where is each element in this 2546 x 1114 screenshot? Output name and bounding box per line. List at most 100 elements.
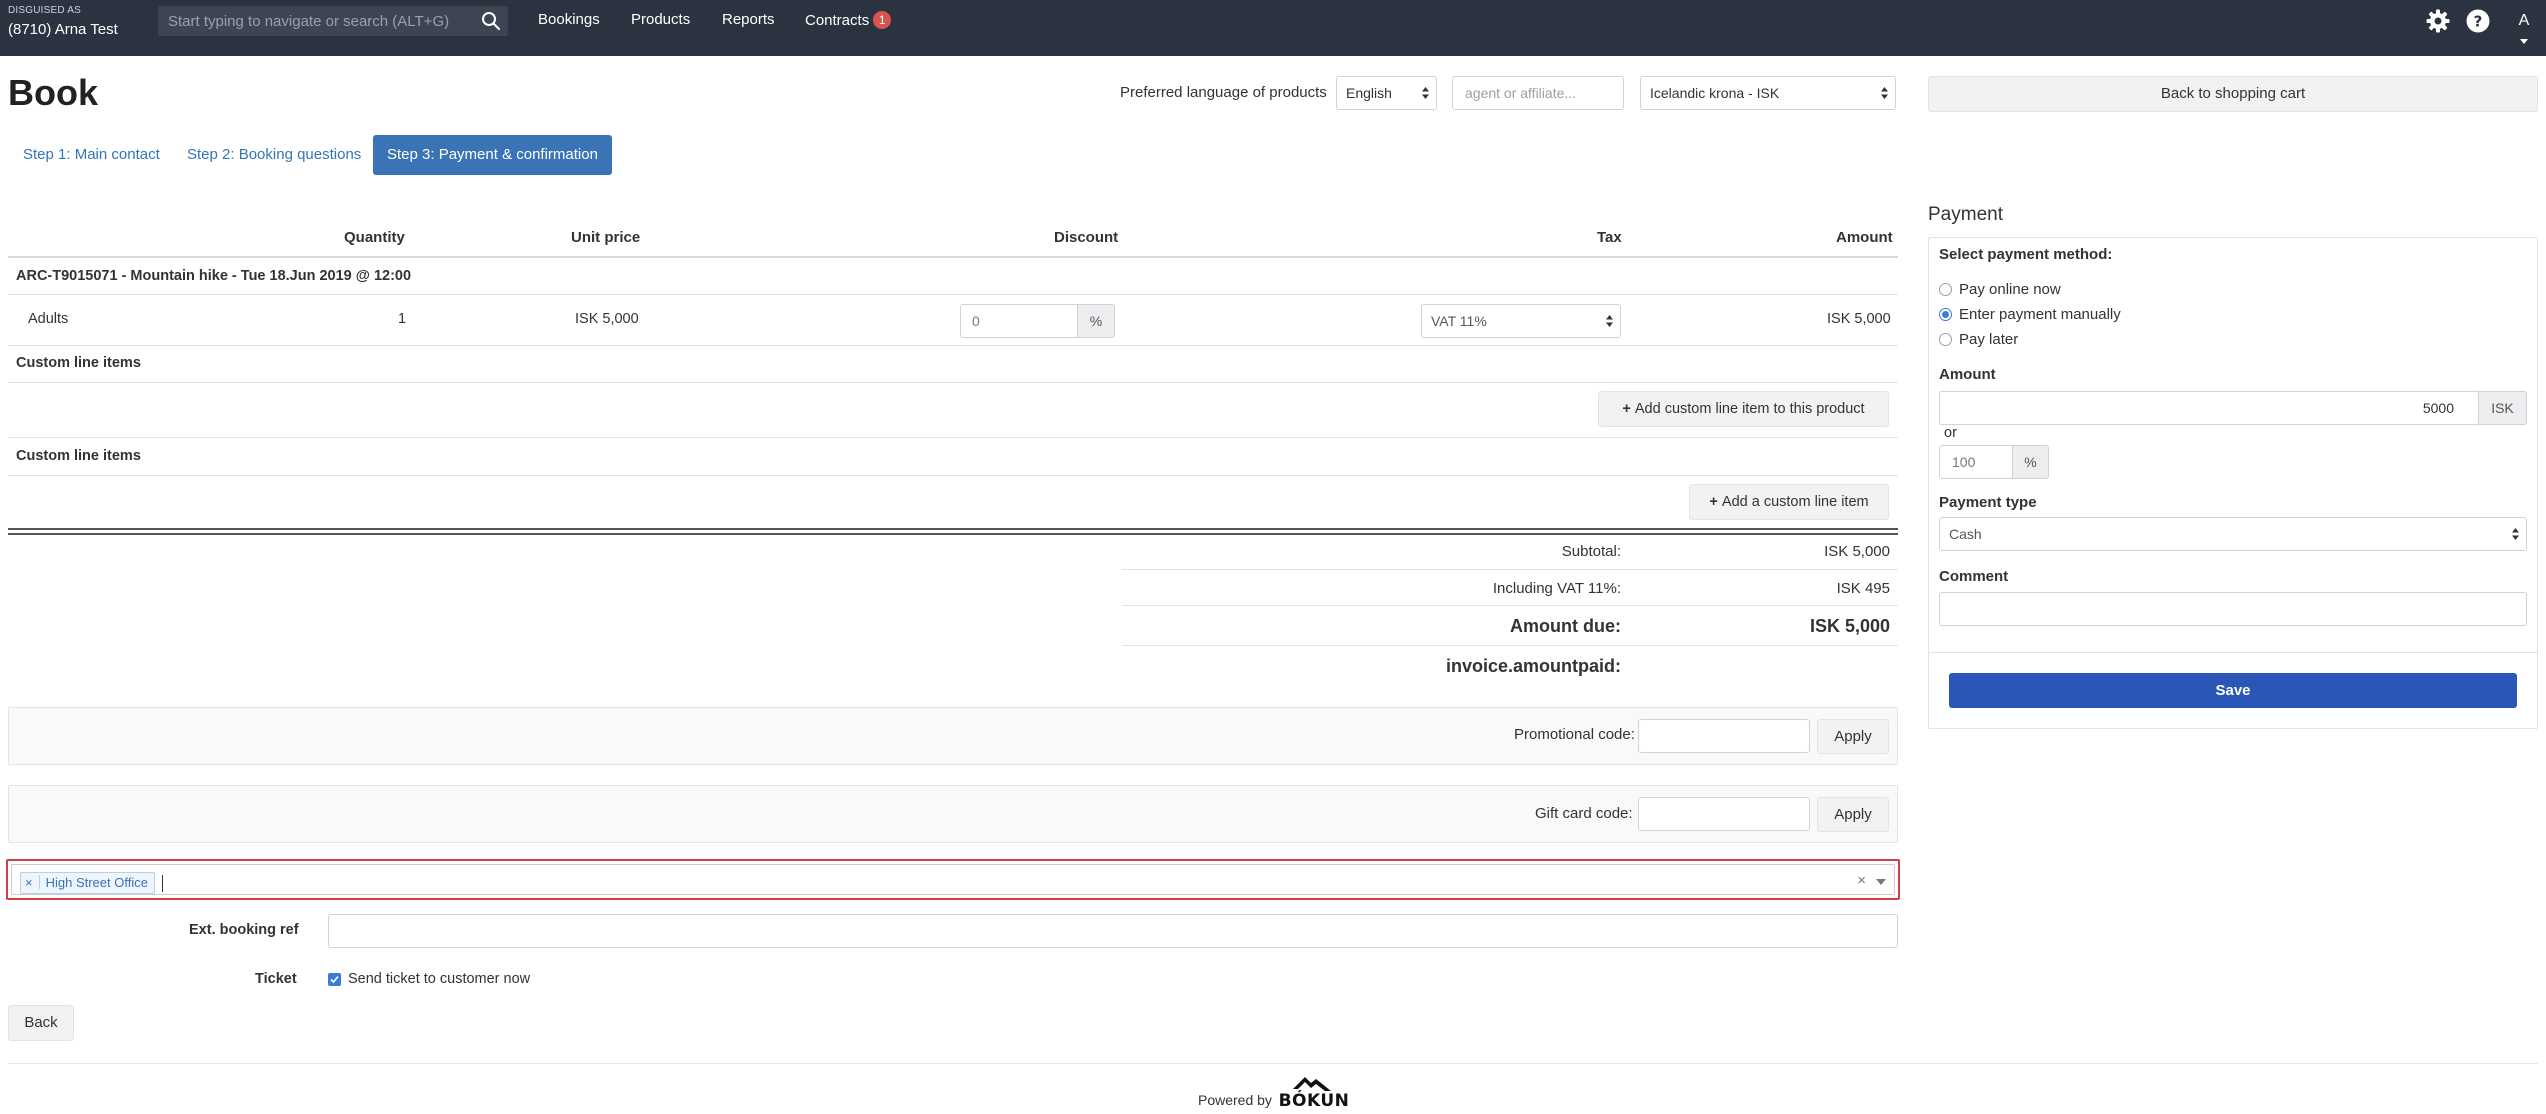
- col-amount: Amount: [1836, 229, 1893, 246]
- chevron-down-icon[interactable]: [1876, 879, 1886, 886]
- currency-select[interactable]: Icelandic krona - ISK: [1640, 76, 1896, 110]
- col-unit-price: Unit price: [571, 229, 641, 246]
- enter-manually-label[interactable]: Enter payment manually: [1959, 306, 2121, 323]
- col-discount: Discount: [1054, 229, 1119, 246]
- custom-items-heading-2: Custom line items: [16, 448, 141, 464]
- add-custom-product-label: Add custom line item to this product: [1634, 401, 1865, 417]
- tax-select[interactable]: VAT 11%: [1421, 304, 1621, 338]
- back-button[interactable]: Back: [8, 1005, 74, 1041]
- svg-text:?: ?: [2474, 13, 2483, 31]
- or-label: or: [1944, 425, 1957, 441]
- account-name: (8710) Arna Test: [8, 21, 118, 38]
- row-label: Adults: [28, 311, 69, 327]
- send-ticket-checkbox[interactable]: [328, 973, 341, 986]
- tag-selector[interactable]: × High Street Office ×: [6, 859, 1900, 900]
- amount-due-value: ISK 5,000: [1809, 616, 1890, 636]
- ext-booking-ref-input[interactable]: [328, 914, 1898, 948]
- top-navbar: DISGUISED AS (8710) Arna Test Bookings P…: [0, 0, 2546, 56]
- gear-icon[interactable]: [2425, 8, 2451, 34]
- step-main-contact[interactable]: Step 1: Main contact: [9, 135, 174, 175]
- select-arrows-icon: [1606, 315, 1613, 327]
- remove-tag-icon[interactable]: ×: [25, 875, 33, 890]
- divider: [8, 256, 1898, 258]
- step-payment-confirmation[interactable]: Step 3: Payment & confirmation: [373, 135, 612, 175]
- step-booking-questions[interactable]: Step 2: Booking questions: [173, 135, 375, 175]
- discount-unit: %: [1077, 304, 1115, 338]
- nav-bookings[interactable]: Bookings: [538, 11, 600, 28]
- custom-items-heading: Custom line items: [16, 355, 141, 371]
- add-custom-line-item-product-button[interactable]: + Add custom line item to this product: [1598, 391, 1889, 427]
- product-line: ARC-T9015071 - Mountain hike - Tue 18.Ju…: [16, 268, 412, 284]
- search-input[interactable]: [158, 6, 508, 36]
- ext-booking-ref-label: Ext. booking ref: [189, 922, 299, 938]
- divider: [1122, 605, 1898, 606]
- search-icon[interactable]: [480, 10, 502, 32]
- radio-pay-later[interactable]: [1939, 333, 1952, 346]
- payment-type-select[interactable]: Cash: [1939, 517, 2527, 551]
- amount-paid-label: invoice.amountpaid:: [1445, 656, 1621, 676]
- radio-enter-manually[interactable]: [1939, 308, 1952, 321]
- select-arrows-icon: [1881, 87, 1888, 99]
- amount-input[interactable]: 5000: [1939, 391, 2479, 425]
- avatar[interactable]: A: [2509, 6, 2539, 36]
- col-quantity: Quantity: [344, 229, 405, 246]
- divider: [1122, 569, 1898, 570]
- discount-input[interactable]: 0: [960, 304, 1078, 338]
- vat-value: ISK 495: [1836, 580, 1890, 597]
- help-icon[interactable]: ?: [2465, 8, 2491, 34]
- nav-contracts-label: Contracts: [805, 12, 870, 29]
- divider: [1929, 652, 2537, 653]
- nav-products[interactable]: Products: [631, 11, 690, 28]
- amount-label: Amount: [1939, 366, 1996, 383]
- divider: [1122, 645, 1898, 646]
- payment-method-label: Select payment method:: [1939, 246, 2113, 263]
- vat-label: Including VAT 11%:: [1492, 580, 1621, 597]
- back-to-cart-button[interactable]: Back to shopping cart: [1928, 76, 2538, 112]
- double-divider: [8, 533, 1898, 535]
- divider: [8, 475, 1898, 476]
- double-divider: [8, 528, 1898, 530]
- language-value: English: [1346, 85, 1392, 101]
- page-title: Book: [8, 72, 98, 113]
- agent-input[interactable]: [1452, 76, 1624, 110]
- clear-icon[interactable]: ×: [1857, 872, 1866, 889]
- row-amount: ISK 5,000: [1827, 311, 1891, 327]
- powered-by-label: Powered by: [1198, 1092, 1272, 1108]
- promo-code-input[interactable]: [1638, 719, 1810, 753]
- gift-card-input[interactable]: [1638, 797, 1810, 831]
- save-button[interactable]: Save: [1949, 673, 2517, 708]
- svg-text:BÓKUN: BÓKUN: [1279, 1089, 1349, 1109]
- apply-gift-card-button[interactable]: Apply: [1817, 797, 1889, 832]
- comment-label: Comment: [1939, 568, 2009, 585]
- language-select[interactable]: English: [1336, 76, 1437, 110]
- disguised-label: DISGUISED AS: [8, 5, 81, 16]
- payment-title: Payment: [1928, 204, 2003, 225]
- divider: [8, 345, 1898, 346]
- disguised-account[interactable]: DISGUISED AS (8710) Arna Test: [8, 5, 118, 38]
- add-custom-line-item-button[interactable]: + Add a custom line item: [1689, 484, 1889, 520]
- divider: [8, 294, 1898, 295]
- bokun-logo: BÓKUN: [1279, 1077, 1349, 1109]
- radio-pay-online[interactable]: [1939, 283, 1952, 296]
- amount-due-label: Amount due:: [1510, 616, 1621, 636]
- chevron-down-icon[interactable]: [2519, 38, 2529, 46]
- apply-promo-button[interactable]: Apply: [1817, 719, 1889, 754]
- nav-contracts[interactable]: Contracts 1: [805, 11, 892, 29]
- select-arrows-icon: [1422, 87, 1429, 99]
- percent-input[interactable]: 100: [1939, 445, 2013, 479]
- currency-value: Icelandic krona - ISK: [1650, 85, 1780, 101]
- send-ticket-label[interactable]: Send ticket to customer now: [348, 971, 530, 987]
- gift-card-label: Gift card code:: [1535, 805, 1633, 822]
- check-icon: [330, 975, 339, 984]
- divider: [8, 437, 1898, 438]
- contracts-badge: 1: [873, 11, 892, 29]
- pay-later-label[interactable]: Pay later: [1959, 331, 2018, 348]
- nav-reports[interactable]: Reports: [722, 11, 775, 28]
- text-cursor: [162, 875, 163, 892]
- chip-separator: [38, 875, 40, 889]
- comment-input[interactable]: [1939, 592, 2527, 626]
- pay-online-label[interactable]: Pay online now: [1959, 281, 2061, 298]
- tag-chip[interactable]: × High Street Office: [20, 872, 155, 894]
- plus-icon: +: [1622, 401, 1635, 417]
- tag-selector-field[interactable]: × High Street Office ×: [11, 864, 1895, 895]
